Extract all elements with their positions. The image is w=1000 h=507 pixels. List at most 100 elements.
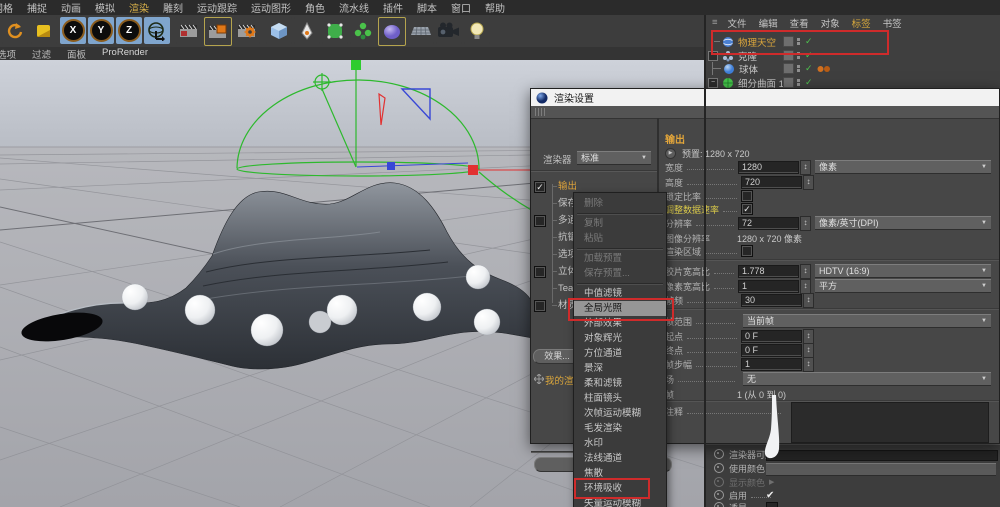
attr-row-display-color[interactable]: 显示颜色 ▶ [706, 476, 1000, 488]
param-dot-icon[interactable] [714, 463, 724, 473]
menu-item-copy[interactable]: 复制 [574, 216, 666, 231]
om-menu-edit[interactable]: 编辑 [753, 16, 784, 30]
xray-checkbox[interactable] [766, 502, 778, 507]
resolution-input[interactable]: 72 [738, 217, 799, 230]
enabled-check-icon[interactable]: ✓ [805, 77, 813, 88]
om-menu-file[interactable]: 文件 [722, 16, 753, 30]
texture-tag-icon[interactable] [817, 65, 831, 73]
menu-item-depth-of-field[interactable]: 景深 [574, 361, 666, 376]
mograph-cloner-icon[interactable] [350, 17, 376, 44]
frame-range-dropdown[interactable]: 当前帧▼ [743, 314, 991, 328]
menu-item-object-glow[interactable]: 对象辉光 [574, 331, 666, 346]
menu-item-load-preset[interactable]: 加载预置 [574, 251, 666, 266]
resolution-stepper[interactable]: ↕ [800, 216, 811, 231]
om-menu-view[interactable]: 查看 [784, 16, 815, 30]
visibility-dots-icon[interactable] [797, 64, 800, 73]
menu-item-save-preset[interactable]: 保存预置... [574, 266, 666, 281]
pixel-aspect-input[interactable]: 1 [738, 280, 799, 293]
menu-sculpt[interactable]: 雕刻 [156, 0, 190, 15]
menu-item-cylindrical-lens[interactable]: 柱面镜头 [574, 391, 666, 406]
use-color-dropdown[interactable] [766, 463, 996, 476]
coordinates-icon[interactable] [31, 17, 57, 44]
object-label[interactable]: 细分曲面 1 [738, 76, 784, 90]
width-stepper[interactable]: ↕ [800, 160, 811, 175]
om-menu-object[interactable]: 对象 [815, 16, 846, 30]
om-menu-tags[interactable]: 标签 [846, 16, 877, 30]
menu-animate[interactable]: 动画 [54, 0, 88, 15]
render-region-checkbox[interactable] [741, 245, 753, 257]
param-dot-icon[interactable] [714, 449, 724, 459]
axis-handle-blue[interactable] [387, 162, 395, 170]
frame-step-stepper[interactable]: ↕ [803, 357, 814, 372]
fps-input[interactable]: 30 [741, 294, 802, 307]
renderer-dropdown[interactable]: 标准▼ [577, 151, 651, 165]
preset-my-render-setting[interactable]: 我的渲染设置 [545, 373, 573, 387]
subdivision-surface-icon[interactable] [322, 17, 348, 44]
render-view-button[interactable] [176, 17, 202, 44]
viewport-menu-filter[interactable]: 过滤 [24, 47, 59, 61]
multipass-checkbox[interactable] [534, 215, 546, 227]
enabled-check-icon[interactable]: ✓ [805, 63, 813, 74]
film-aspect-stepper[interactable]: ↕ [800, 264, 811, 279]
light-icon[interactable] [464, 17, 490, 44]
object-row-sphere[interactable]: 球体 ✓ [706, 62, 1000, 75]
width-unit-dropdown[interactable]: 像素▼ [815, 160, 991, 174]
adapt-data-checkbox[interactable]: ✓ [741, 203, 753, 215]
move-handle-icon[interactable] [534, 374, 544, 384]
axis-handle-red[interactable] [468, 165, 478, 175]
material-override-checkbox[interactable] [534, 300, 546, 312]
collapse-icon[interactable]: − [708, 78, 718, 88]
cube-primitive-icon[interactable] [266, 17, 292, 44]
attr-row-renderer-visible[interactable]: 渲染器可见 [706, 448, 1000, 460]
menu-render[interactable]: 渲染 [122, 0, 156, 15]
viewport-menu-prorender[interactable]: ProRender [94, 47, 156, 61]
resolution-unit-dropdown[interactable]: 像素/英寸(DPI)▼ [815, 216, 991, 230]
menu-simulate[interactable]: 模拟 [88, 0, 122, 15]
object-label[interactable]: 球体 [739, 62, 758, 76]
panel-splitter[interactable] [704, 15, 706, 507]
menu-script[interactable]: 脚本 [410, 0, 444, 15]
param-dot-icon[interactable] [714, 502, 724, 507]
dialog-titlebar[interactable]: 渲染设置 [531, 89, 999, 106]
stereo-checkbox[interactable] [534, 266, 546, 278]
x-axis-lock-button[interactable]: X [60, 17, 86, 44]
menu-mograph[interactable]: 运动图形 [244, 0, 298, 15]
menu-item-delete[interactable]: 删除 [574, 196, 666, 211]
preset-expand-icon[interactable]: ▶ [665, 148, 676, 159]
menu-item-position-pass[interactable]: 方位通道 [574, 346, 666, 361]
pixel-aspect-dropdown[interactable]: 平方▼ [815, 279, 991, 293]
field-dropdown[interactable]: 无▼ [743, 372, 991, 386]
panel-menu-icon[interactable]: ≡ [706, 17, 722, 28]
viewport-menu-options[interactable]: 选项 [0, 47, 24, 61]
end-frame-input[interactable]: 0 F [741, 344, 802, 357]
menu-item-normal-pass[interactable]: 法线通道 [574, 451, 666, 466]
layer-icon[interactable] [783, 77, 794, 88]
menu-item-paste[interactable]: 粘贴 [574, 231, 666, 246]
menu-item-soft-filter[interactable]: 柔和滤镜 [574, 376, 666, 391]
height-stepper[interactable]: ↕ [803, 175, 814, 190]
render-to-picture-viewer-button[interactable] [204, 17, 232, 46]
viewport-menu-panel[interactable]: 面板 [59, 47, 94, 61]
attr-row-xray[interactable]: 透显 [706, 501, 1000, 507]
render-settings-button[interactable] [234, 17, 260, 44]
om-menu-bookmark[interactable]: 书签 [877, 16, 908, 30]
frame-step-input[interactable]: 1 [741, 358, 802, 371]
menu-item-watermark[interactable]: 水印 [574, 436, 666, 451]
menu-mesh[interactable]: 网格 [0, 0, 20, 15]
width-input[interactable]: 1280 [738, 161, 799, 174]
menu-plugins[interactable]: 插件 [376, 0, 410, 15]
param-dot-icon[interactable] [714, 477, 724, 487]
visibility-dots-icon[interactable] [797, 78, 800, 87]
spline-pen-icon[interactable] [294, 17, 320, 44]
menu-item-hair-render[interactable]: 毛发渲染 [574, 421, 666, 436]
menu-item-subframe-motion-blur[interactable]: 次帧运动模糊 [574, 406, 666, 421]
menu-window[interactable]: 窗口 [444, 0, 478, 15]
start-frame-stepper[interactable]: ↕ [803, 329, 814, 344]
enabled-checkbox[interactable]: ✔ [766, 490, 774, 501]
save-checkbox[interactable]: ✓ [534, 181, 546, 193]
menu-help[interactable]: 帮助 [478, 0, 512, 15]
lock-ratio-checkbox[interactable] [741, 190, 753, 202]
layer-icon[interactable] [783, 63, 794, 74]
end-frame-stepper[interactable]: ↕ [803, 343, 814, 358]
deformer-icon[interactable] [378, 17, 406, 46]
